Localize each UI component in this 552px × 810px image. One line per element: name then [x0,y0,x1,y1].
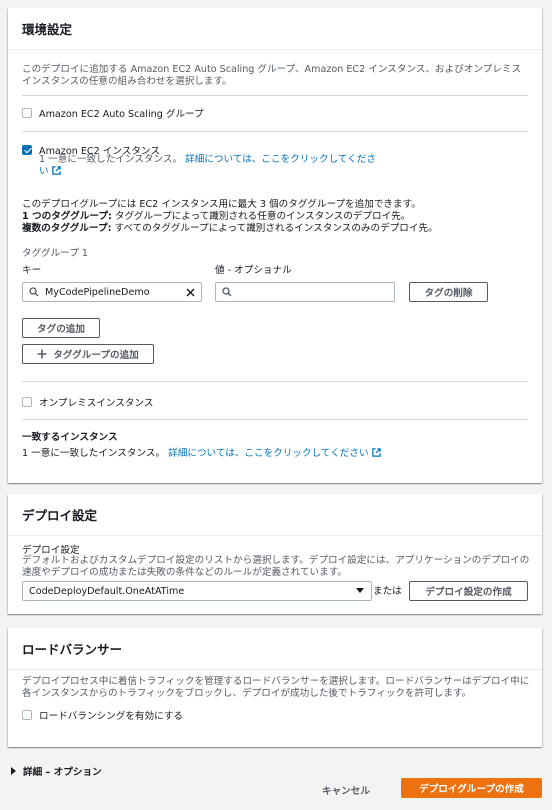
matching-instances-info: 1 一意に一致したインスタンス。 詳細については、ここをクリックしてください [22,448,532,460]
matching-link[interactable]: 詳細については、ここをクリックしてください [168,448,368,459]
search-icon [29,287,39,297]
matching-instances-title: 一致するインスタンス [22,432,118,443]
add-tag-button[interactable]: タグの追加 [22,318,100,338]
deploy-config-select[interactable]: CodeDeployDefault.OneAtATime [22,581,372,601]
caret-right-icon [11,767,16,775]
load-balancer-title: ロードバランサー [8,628,542,670]
asg-option[interactable]: Amazon EC2 Auto Scaling グループ [22,106,204,120]
deploy-settings-title: デプロイ設定 [8,494,542,536]
enable-load-balancing-label: ロードバランシングを有効にする [39,711,184,722]
ec2-match-text: 1 一意に一致したインスタンス。 [39,154,183,165]
add-tag-group-button[interactable]: タググループの追加 [22,344,154,364]
asg-checkbox[interactable] [22,108,32,118]
search-icon [222,287,232,297]
environment-title: 環境設定 [8,8,542,50]
tag-value-input[interactable] [215,282,395,302]
environment-panel: 環境設定 このデプロイに追加する Amazon EC2 Auto Scaling… [8,8,542,483]
deploy-settings-panel: デプロイ設定 デプロイ設定 デフォルトおよびカスタムデプロイ設定のリストから選択… [8,494,542,614]
tag-group-label: タググループ 1 [22,248,88,259]
tag-key-value: MyCodePipelineDemo [45,286,150,298]
cancel-link[interactable]: キャンセル [322,783,370,797]
ec2-match-info: 1 一意に一致したインスタンス。 詳細については、ここをクリックしてください [39,154,384,178]
remove-tag-button[interactable]: タグの削除 [409,282,488,302]
clear-icon[interactable] [186,288,195,297]
enable-load-balancing-option[interactable]: ロードバランシングを有効にする [22,708,183,722]
tag-info-line1: このデプロイグループには EC2 インスタンス用に最大 3 個のタググループを追… [22,199,421,210]
tag-info-line3: 複数のタググループ: すべてのタググループによって識別されるインスタンスのみのデ… [22,223,438,234]
enable-load-balancing-checkbox[interactable] [22,710,32,720]
or-text: または [373,586,402,597]
create-deploy-config-button[interactable]: デプロイ設定の作成 [409,581,528,601]
plus-icon [37,349,47,359]
external-link-icon[interactable] [51,166,61,175]
tag-group-info: このデプロイグループには EC2 インスタンス用に最大 3 個のタググループを追… [22,199,532,235]
load-balancer-panel: ロードバランサー デプロイプロセス中に着信トラフィックを管理するロードバランサー… [8,628,542,747]
deploy-config-selected: CodeDeployDefault.OneAtATime [29,585,185,597]
create-deployment-group-button[interactable]: デプロイグループの作成 [401,778,542,798]
onprem-option[interactable]: オンプレミスインスタンス [22,395,153,409]
advanced-options-label: 詳細 – オプション [23,767,102,778]
onprem-label: オンプレミスインスタンス [39,398,154,409]
deploy-config-description: デフォルトおよびカスタムデプロイ設定のリストから選択します。デプロイ設定には、ア… [22,555,530,578]
tag-info-line2: 1 つのタググループ: タググループによって識別される任意のインスタンスのデプロ… [22,211,411,222]
external-link-icon[interactable] [371,448,381,457]
ec2-checkbox[interactable] [22,145,32,155]
environment-description: このデプロイに追加する Amazon EC2 Auto Scaling グループ… [22,64,522,87]
advanced-options-toggle[interactable]: 詳細 – オプション [11,764,102,778]
load-balancer-description: デプロイプロセス中に着信トラフィックを管理するロードバランサーを選択します。ロー… [22,676,530,699]
onprem-checkbox[interactable] [22,397,32,407]
tag-key-input[interactable]: MyCodePipelineDemo [22,282,202,302]
asg-label: Amazon EC2 Auto Scaling グループ [39,109,204,120]
matching-text: 1 一意に一致したインスタンス。 [22,448,166,459]
caret-down-icon [356,588,364,593]
key-label: キー [22,265,42,276]
value-label: 値 - オプショナル [215,265,292,276]
